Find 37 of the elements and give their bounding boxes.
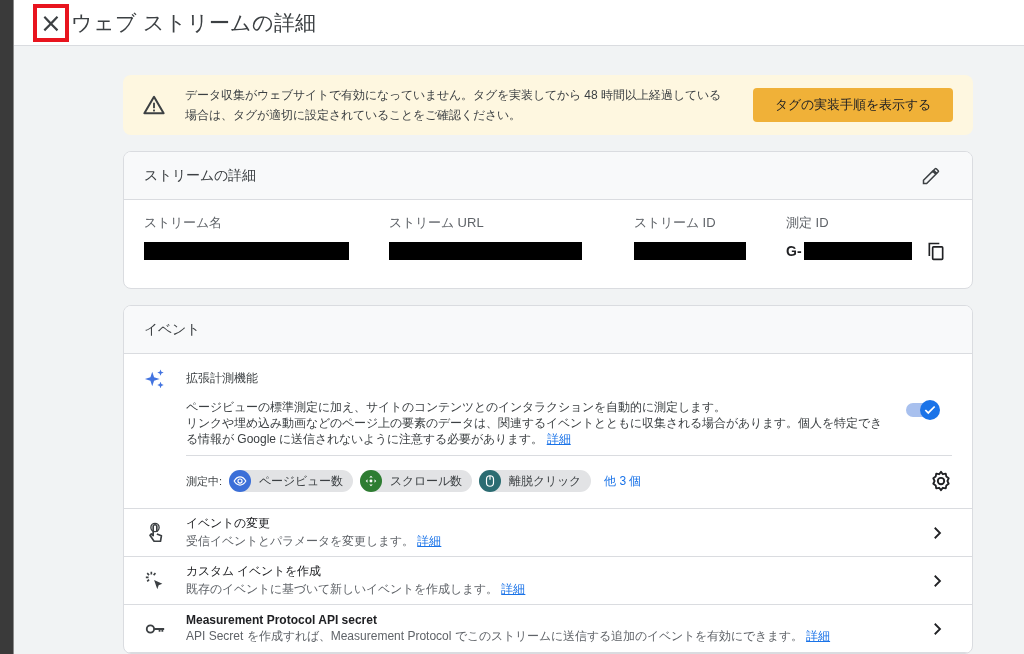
learn-more-link[interactable]: 詳細 bbox=[546, 432, 571, 446]
card-title: ストリームの詳細 bbox=[144, 166, 256, 185]
learn-more-link[interactable]: 詳細 bbox=[417, 534, 442, 548]
row-description: API Secret を作成すれば、Measurement Protocol でこのストリームに送信する追加のイベントを有効にできます。 詳細 bbox=[186, 627, 832, 645]
metric-chip: 離脱クリック bbox=[479, 470, 592, 492]
id-prefix: G- bbox=[786, 243, 802, 259]
more-metrics-link[interactable]: 他 3 個 bbox=[604, 472, 642, 490]
learn-more-link[interactable]: 詳細 bbox=[806, 628, 831, 643]
row-title: Measurement Protocol API secret bbox=[186, 612, 378, 627]
field-label: ストリーム URL bbox=[389, 214, 485, 232]
row-description: 既存のイベントに基づいて新しいイベントを作成します。 詳細 bbox=[186, 581, 527, 598]
settings-row[interactable]: イベントの変更 受信イベントとパラメータを変更します。 詳細 bbox=[124, 509, 972, 557]
learn-more-link[interactable]: 詳細 bbox=[501, 582, 526, 596]
field-label: ストリーム ID bbox=[634, 214, 717, 232]
field-label: ストリーム名 bbox=[144, 214, 223, 232]
feature-description: リンクや埋め込み動画などのページ上の要素のデータは、関連するイベントとともに収集される場合があります。個人を特定できる情報が Google に送信されないように注意する必要があります。 詳細 bbox=[186, 415, 883, 447]
page-title: ウェブ ストリームの詳細 bbox=[71, 9, 316, 36]
settings-row[interactable]: カスタム イベントを作成 既存のイベントに基づいて新しいイベントを作成します。 詳細 bbox=[124, 557, 972, 605]
check-icon bbox=[923, 403, 937, 417]
row-title: カスタム イベントを作成 bbox=[186, 563, 323, 580]
feature-description: ページビューの標準測定に加え、サイトのコンテンツとのインタラクションを自動的に測定します。 bbox=[186, 399, 727, 415]
card-title: イベント bbox=[144, 320, 200, 339]
row-title: イベントの変更 bbox=[186, 515, 271, 532]
alert-message: データ収集がウェブサイトで有効になっていません。タグを実装してから 48 時間以上経過している場合は、タグが適切に設定されていることをご確認ください。 bbox=[185, 87, 722, 124]
close-button[interactable]: × bbox=[33, 3, 69, 42]
row-description: 受信イベントとパラメータを変更します。 詳細 bbox=[186, 533, 443, 550]
feature-title: 拡張計測機能 bbox=[186, 370, 259, 387]
settings-row[interactable]: Measurement Protocol API secret API Secret を作成すれば、Measurement Protocol でこのストリームに送信する追加のイベントを有効にできます。 詳細 bbox=[124, 605, 972, 653]
metric-chip: スクロール数 bbox=[360, 470, 473, 492]
metric-chip: ページビュー数 bbox=[229, 470, 354, 492]
measuring-label: 測定中: bbox=[186, 473, 223, 489]
sparkle-icon bbox=[144, 368, 166, 390]
field-label: 測定 ID bbox=[786, 214, 830, 232]
show-tag-instructions-button[interactable]: タグの実装手順を表示する bbox=[753, 88, 953, 122]
edit-icon bbox=[921, 165, 941, 186]
warning-icon bbox=[143, 94, 165, 116]
settings-icon[interactable] bbox=[930, 470, 952, 492]
